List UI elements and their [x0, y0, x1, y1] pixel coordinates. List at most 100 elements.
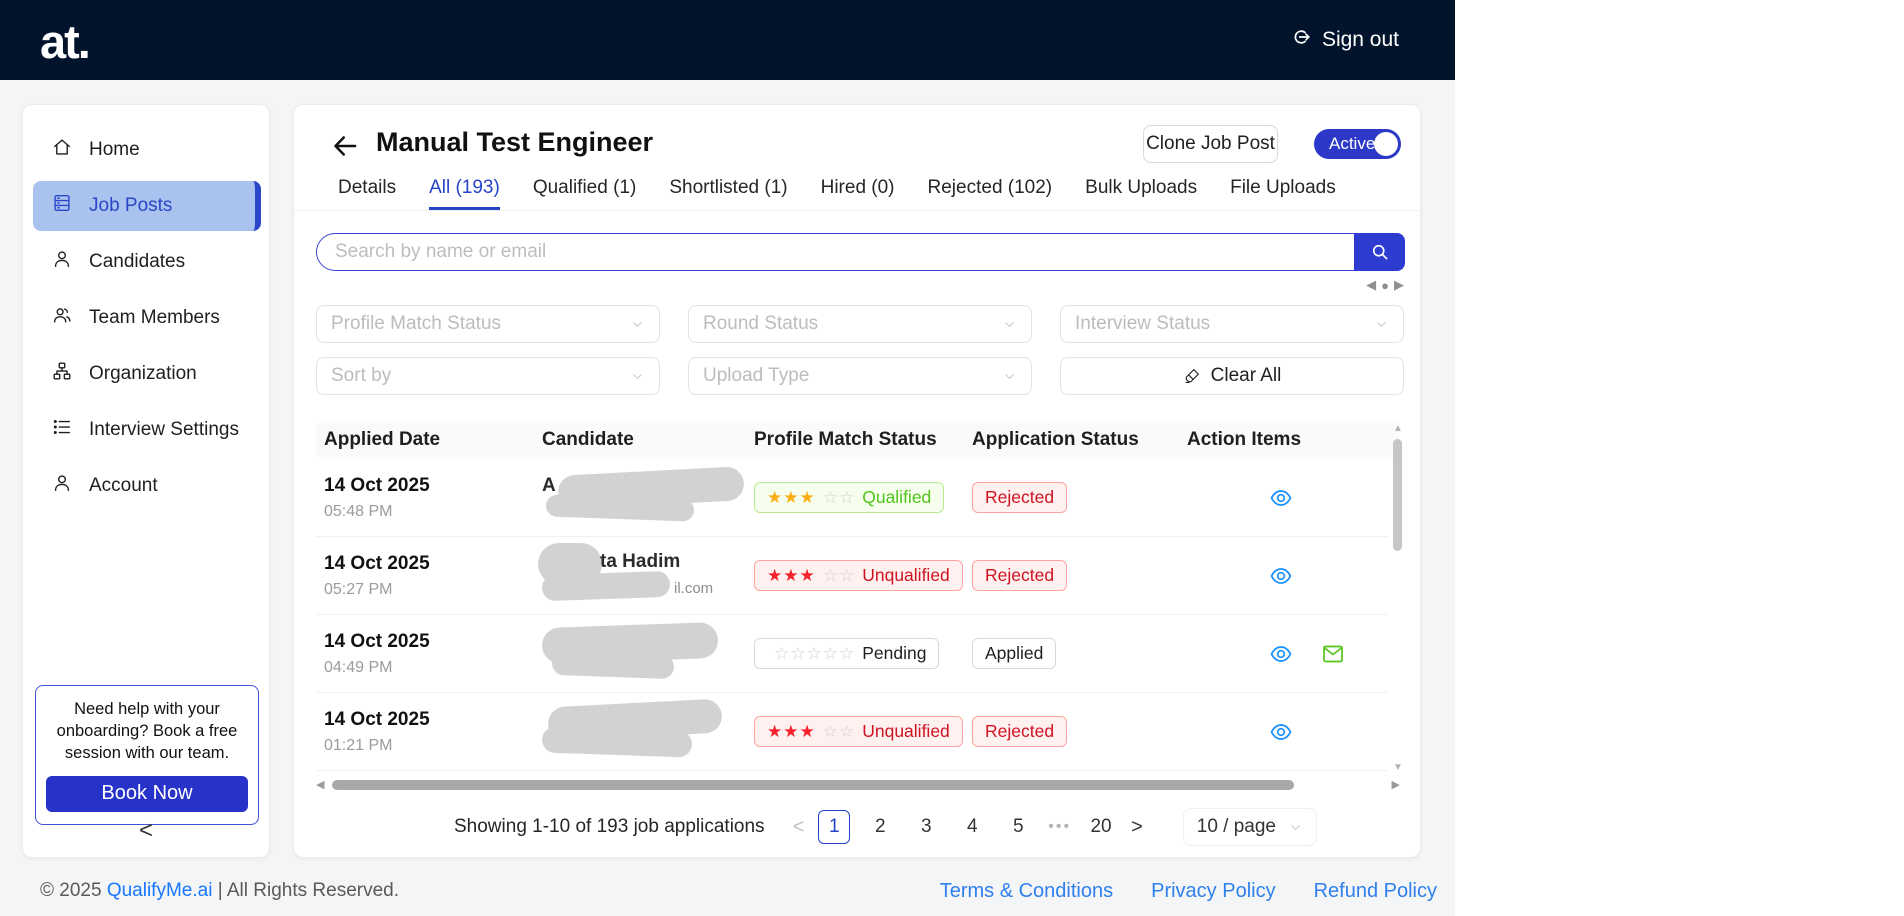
page-1-button[interactable]: 1: [818, 810, 851, 844]
scroll-down-icon[interactable]: ▼: [1391, 762, 1405, 773]
tab-bulk-uploads[interactable]: Bulk Uploads: [1085, 169, 1197, 210]
tab-qualified[interactable]: Qualified (1): [533, 169, 637, 210]
applied-date-cell: 14 Oct 2025 05:27 PM: [324, 553, 542, 599]
user-icon: [51, 472, 73, 500]
signout-button[interactable]: Sign out: [1290, 0, 1399, 80]
vertical-scroll-thumb[interactable]: [1393, 439, 1402, 551]
applied-time: 05:48 PM: [324, 502, 393, 520]
sidebar-item-job-posts[interactable]: Job Posts: [33, 181, 261, 231]
scroll-up-icon[interactable]: ▲: [1391, 423, 1405, 434]
select-placeholder: Sort by: [331, 365, 392, 386]
pagination: Showing 1-10 of 193 job applications < 1…: [454, 805, 1317, 849]
candidate-cell: [541, 621, 747, 683]
stars-empty: ☆☆: [822, 721, 856, 741]
select-placeholder: Profile Match Status: [331, 313, 502, 334]
prev-page-button[interactable]: <: [793, 816, 805, 839]
scroll-left-icon[interactable]: ◀: [316, 778, 324, 791]
refund-link[interactable]: Refund Policy: [1314, 880, 1437, 903]
tab-file-uploads[interactable]: File Uploads: [1230, 169, 1336, 210]
match-label: Unqualified: [862, 721, 950, 741]
app-root: at. Sign out Home Job Posts Candidates T…: [0, 0, 1455, 916]
page-4-button[interactable]: 4: [956, 810, 988, 844]
stars-empty: ☆☆: [822, 565, 856, 585]
candidate-cell: ta Hadim il.com: [538, 542, 747, 605]
sidebar-item-label: Job Posts: [89, 195, 173, 216]
book-now-button[interactable]: Book Now: [46, 775, 248, 812]
page-20-button[interactable]: 20: [1085, 810, 1117, 844]
sidebar-item-interview-settings[interactable]: Interview Settings: [33, 405, 261, 455]
email-icon[interactable]: [1321, 642, 1345, 666]
tab-details[interactable]: Details: [338, 169, 396, 210]
sidebar-item-label: Account: [89, 475, 158, 496]
col-action-items: Action Items: [1187, 429, 1302, 450]
application-status-cell: Rejected: [972, 716, 1187, 747]
clear-all-button[interactable]: Clear All: [1060, 357, 1404, 395]
search-input[interactable]: [316, 233, 1354, 271]
tab-rejected[interactable]: Rejected (102): [928, 169, 1053, 210]
carousel-prev-icon[interactable]: ◀: [1366, 277, 1376, 293]
tab-all[interactable]: All (193): [429, 169, 500, 210]
view-eye-icon[interactable]: [1269, 564, 1293, 588]
status-badge: Applied: [972, 638, 1057, 669]
back-button[interactable]: [330, 131, 360, 161]
page-3-button[interactable]: 3: [910, 810, 942, 844]
view-eye-icon[interactable]: [1269, 642, 1293, 666]
page-size-select[interactable]: 10 / page: [1182, 808, 1317, 846]
search-button[interactable]: [1354, 233, 1405, 271]
select-placeholder: Interview Status: [1075, 313, 1211, 334]
privacy-link[interactable]: Privacy Policy: [1151, 880, 1275, 903]
brand-link[interactable]: QualifyMe.ai: [107, 880, 213, 901]
active-toggle[interactable]: Active: [1314, 129, 1401, 159]
pagination-ellipsis[interactable]: •••: [1048, 818, 1071, 836]
page-5-button[interactable]: 5: [1002, 810, 1034, 844]
horizontal-scroll-thumb[interactable]: [332, 780, 1294, 790]
signout-label: Sign out: [1321, 28, 1399, 51]
tab-shortlisted[interactable]: Shortlisted (1): [669, 169, 787, 210]
stars-empty: ☆☆☆☆☆: [774, 643, 856, 663]
sidebar-item-team-members[interactable]: Team Members: [33, 293, 261, 343]
applied-date-cell: 14 Oct 2025 05:48 PM: [324, 475, 542, 521]
help-text: Need help with your onboarding? Book a f…: [56, 700, 238, 762]
round-status-select[interactable]: Round Status: [688, 305, 1032, 343]
match-label: Qualified: [862, 487, 932, 507]
clear-broom-icon: [1185, 369, 1199, 383]
profile-match-status-select[interactable]: Profile Match Status: [316, 305, 660, 343]
next-page-button[interactable]: >: [1131, 816, 1143, 839]
application-status-cell: Applied: [972, 638, 1187, 669]
sidebar-item-organization[interactable]: Organization: [33, 349, 261, 399]
sidebar-item-label: Candidates: [89, 251, 186, 272]
match-badge: ★★★ ☆☆ Qualified: [754, 482, 945, 513]
applied-date: 14 Oct 2025: [324, 474, 430, 496]
view-eye-icon[interactable]: [1269, 486, 1293, 510]
terms-link[interactable]: Terms & Conditions: [940, 880, 1113, 903]
topbar: at. Sign out: [0, 0, 1455, 80]
carousel-next-icon[interactable]: ▶: [1394, 277, 1404, 293]
application-status-cell: Rejected: [972, 482, 1187, 513]
page-2-button[interactable]: 2: [864, 810, 896, 844]
table-row: 14 Oct 2025 05:27 PM ta Hadim il.com ★★★…: [316, 537, 1388, 615]
carousel-dot-icon[interactable]: ●: [1381, 278, 1389, 293]
table-row: 14 Oct 2025 01:21 PM ★★★ ☆☆ Unqualified R…: [316, 693, 1388, 771]
profile-match-cell: ☆☆☆☆☆ Pending: [754, 638, 972, 669]
interview-status-select[interactable]: Interview Status: [1060, 305, 1404, 343]
table-row: 14 Oct 2025 05:48 PM A ★★★ ☆☆ Qualified R…: [316, 459, 1388, 537]
upload-type-select[interactable]: Upload Type: [688, 357, 1032, 395]
sidebar-item-candidates[interactable]: Candidates: [33, 237, 261, 287]
sidebar-item-account[interactable]: Account: [33, 461, 261, 511]
brand-logo: at.: [40, 15, 91, 68]
sort-by-select[interactable]: Sort by: [316, 357, 660, 395]
scroll-right-icon[interactable]: ▶: [1392, 778, 1400, 791]
tab-hired[interactable]: Hired (0): [821, 169, 895, 210]
sidebar-collapse-button[interactable]: <: [23, 817, 269, 845]
filter-carousel-controls: ◀ ● ▶: [1366, 277, 1404, 293]
view-eye-icon[interactable]: [1269, 720, 1293, 744]
candidate-name-fragment: A: [542, 474, 556, 496]
sidebar-item-home[interactable]: Home: [33, 125, 261, 175]
pagination-summary: Showing 1-10 of 193 job applications: [454, 816, 765, 837]
actions-cell: [1187, 486, 1388, 510]
status-badge: Rejected: [972, 560, 1068, 591]
match-badge: ★★★ ☆☆ Unqualified: [754, 560, 963, 591]
chevron-down-icon: [633, 373, 642, 379]
clone-job-post-button[interactable]: Clone Job Post: [1143, 125, 1278, 163]
table-header: Applied Date Candidate Profile Match Sta…: [316, 421, 1400, 459]
